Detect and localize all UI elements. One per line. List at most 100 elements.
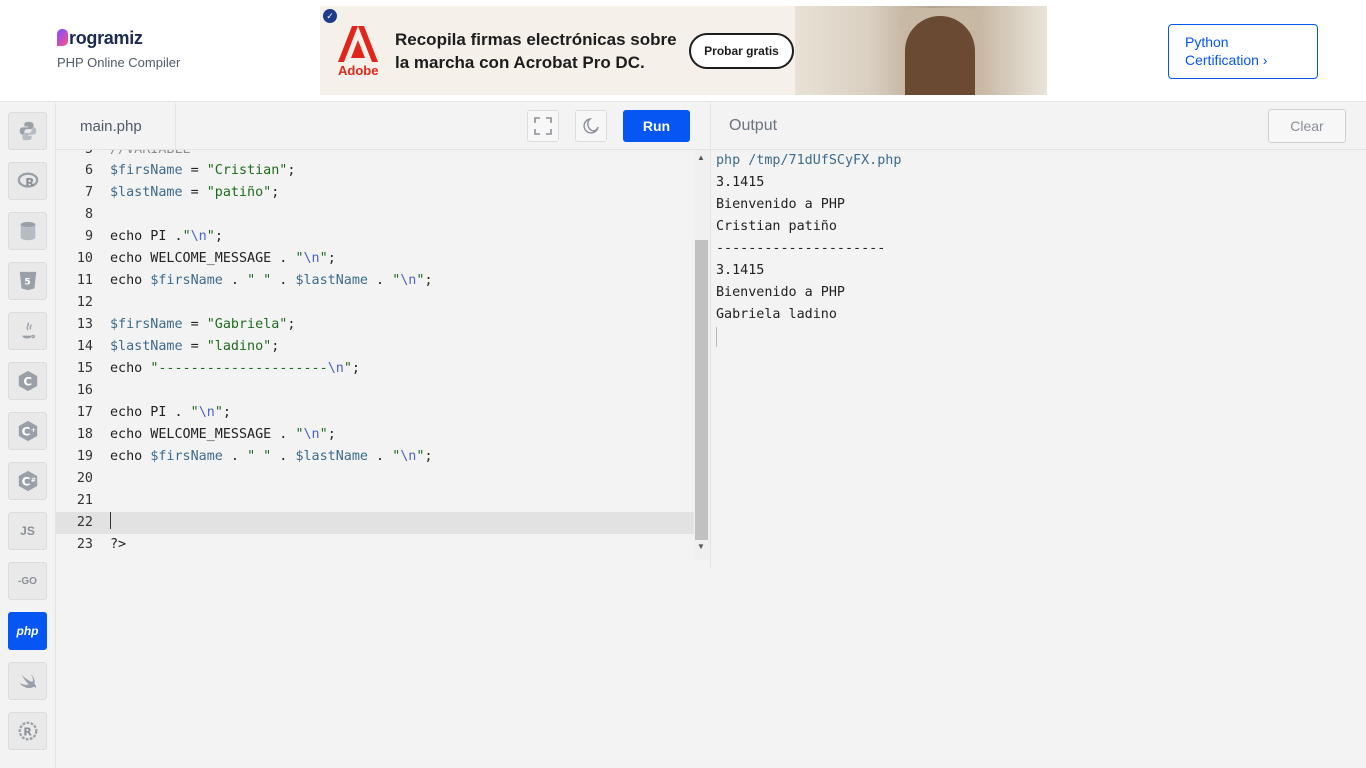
php-language-icon[interactable]: php [8, 612, 47, 650]
line-code: echo $firsName . " " . $lastName . "\n"; [110, 273, 433, 288]
scrollbar-thumb[interactable] [695, 240, 708, 540]
advertisement-banner[interactable]: ✓ ▷ Adobe Recopila firmas electrónicas s… [320, 6, 1047, 95]
rust-icon[interactable]: R [8, 712, 47, 750]
line-number: 12 [76, 295, 93, 310]
c-language-icon[interactable]: C [8, 362, 47, 400]
code-line: 12 [56, 292, 694, 314]
output-line: 3.1415 [716, 175, 765, 190]
output-line: Gabriela ladino [716, 307, 837, 322]
line-code: echo $firsName . " " . $lastName . "\n"; [110, 449, 433, 464]
svg-text:C: C [21, 475, 30, 489]
code-line-current: 22 [56, 512, 694, 534]
code-line: 23 ?> [56, 534, 694, 556]
line-code: $firsName = "Cristian"; [110, 163, 296, 178]
line-number: 13 [76, 317, 93, 332]
adobe-logo-icon [338, 26, 378, 62]
language-sidebar: R 5 C C + C # JS -GO php R [0, 103, 56, 768]
logo-mark-icon [57, 29, 68, 46]
ad-badge-icon: ✓ [323, 9, 337, 23]
java-icon[interactable] [8, 312, 47, 350]
line-number: 21 [76, 493, 93, 508]
ad-photo [795, 6, 1047, 95]
output-console[interactable]: php /tmp/71dUfSCyFX.php 3.1415 Bienvenid… [710, 150, 1366, 568]
line-code: $lastName = "patiño"; [110, 185, 280, 200]
output-line: php /tmp/71dUfSCyFX.php [716, 153, 902, 168]
svg-text:R: R [25, 176, 34, 190]
clear-button[interactable]: Clear [1268, 109, 1346, 143]
javascript-icon[interactable]: JS [8, 512, 47, 550]
line-number: 14 [76, 339, 93, 354]
code-editor[interactable]: 5//VARIABLE 6$firsName = "Cristian"; 7$l… [56, 150, 694, 560]
output-cursor [716, 327, 717, 347]
r-language-icon[interactable]: R [8, 162, 47, 200]
line-number: 22 [76, 515, 93, 530]
programiz-logo[interactable]: rogramiz PHP Online Compiler [57, 28, 180, 70]
line-number: 8 [84, 207, 93, 222]
svg-text:+: + [30, 426, 35, 434]
moon-icon [583, 117, 599, 134]
html5-icon[interactable]: 5 [8, 262, 47, 300]
ad-cta-button[interactable]: Probar gratis [689, 33, 794, 69]
scroll-down-icon[interactable]: ▼ [697, 542, 705, 551]
line-number: 10 [76, 251, 93, 266]
output-toolbar: Output Clear [710, 103, 1366, 150]
line-number: 15 [76, 361, 93, 376]
code-line: 14 $lastName = "ladino"; [56, 336, 694, 358]
python-certification-button[interactable]: Python Certification › [1168, 24, 1318, 79]
code-line: 20 [56, 468, 694, 490]
code-line: 9 echo PI ."\n"; [56, 226, 694, 248]
go-language-icon[interactable]: -GO [8, 562, 47, 600]
line-number: 7 [84, 185, 93, 200]
svg-text:R: R [23, 726, 32, 739]
output-line: --------------------- [716, 241, 886, 256]
code-line: 18 echo WELCOME_MESSAGE . "\n"; [56, 424, 694, 446]
code-line: 16 [56, 380, 694, 402]
svg-text:#: # [30, 476, 35, 484]
sql-database-icon[interactable] [8, 212, 47, 250]
output-line: Cristian patiño [716, 219, 837, 234]
line-number: 17 [76, 405, 93, 420]
line-code: ?> [110, 537, 127, 552]
code-line: 21 [56, 490, 694, 512]
line-number: 18 [76, 427, 93, 442]
ad-copy: Recopila firmas electrónicas sobre la ma… [395, 30, 677, 72]
line-code [110, 512, 111, 534]
scroll-up-icon[interactable]: ▲ [697, 153, 705, 162]
editor-scrollbar[interactable]: ▲ ▼ [694, 150, 710, 560]
code-line: 7 $lastName = "patiño"; [56, 182, 694, 204]
run-button[interactable]: Run [623, 110, 690, 142]
line-number: 23 [76, 537, 93, 552]
brand-text: rogramiz [69, 28, 143, 48]
line-number: 9 [84, 229, 93, 244]
line-number: 20 [76, 471, 93, 486]
code-line: 19 echo $firsName . " " . $lastName . "\n… [56, 446, 694, 468]
svg-text:C: C [21, 425, 30, 439]
code-line: 6 $firsName = "Cristian"; [56, 160, 694, 182]
code-line: 17 echo PI . "\n"; [56, 402, 694, 424]
csharp-language-icon[interactable]: C # [8, 462, 47, 500]
swift-icon[interactable] [8, 662, 47, 700]
brand-name: rogramiz [57, 28, 180, 49]
fullscreen-icon [534, 117, 552, 135]
code-line: 10 echo WELCOME_MESSAGE . "\n"; [56, 248, 694, 270]
line-code: echo WELCOME_MESSAGE . "\n"; [110, 251, 336, 266]
ad-photo-person [905, 16, 975, 95]
code-line: 8 [56, 204, 694, 226]
python-icon[interactable] [8, 112, 47, 150]
output-line: 3.1415 [716, 263, 765, 278]
output-title: Output [729, 117, 778, 134]
fullscreen-button[interactable] [527, 110, 559, 142]
line-code: echo PI ."\n"; [110, 229, 223, 244]
code-line: 11 echo $firsName . " " . $lastName . "\n… [56, 270, 694, 292]
dark-mode-button[interactable] [575, 110, 607, 142]
line-number: 16 [76, 383, 93, 398]
line-code: echo "---------------------\n"; [110, 361, 360, 376]
line-code: echo PI . "\n"; [110, 405, 231, 420]
svg-text:5: 5 [24, 277, 30, 288]
svg-text:C: C [23, 375, 32, 389]
cpp-language-icon[interactable]: C + [8, 412, 47, 450]
code-line: 15 echo "---------------------\n"; [56, 358, 694, 380]
file-tab-main-php[interactable]: main.php [56, 103, 176, 150]
editor-toolbar: main.php Run [56, 103, 710, 150]
code-line: 13 $firsName = "Gabriela"; [56, 314, 694, 336]
